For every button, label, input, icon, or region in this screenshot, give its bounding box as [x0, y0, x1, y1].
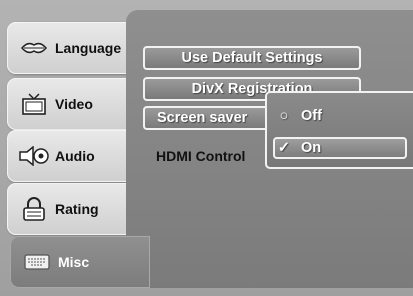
screen-saver-options-popup: ○ Off ✓ On — [265, 91, 413, 169]
tab-video[interactable]: Video — [7, 78, 137, 130]
keyboard-icon — [22, 249, 52, 275]
tab-language[interactable]: Language — [7, 22, 137, 74]
tab-rating[interactable]: Rating — [7, 183, 137, 235]
option-on[interactable]: ✓ On — [273, 137, 407, 159]
hdmi-control-label[interactable]: HDMI Control — [156, 148, 245, 164]
radio-circle-icon: ○ — [279, 108, 289, 124]
lips-icon — [19, 35, 49, 61]
tv-icon — [19, 91, 49, 117]
option-off-label: Off — [301, 108, 322, 124]
tab-audio[interactable]: Audio — [7, 130, 137, 182]
checkmark-icon: ✓ — [277, 140, 291, 156]
tab-video-label: Video — [55, 96, 93, 112]
use-default-settings-button[interactable]: Use Default Settings — [143, 46, 361, 70]
tab-misc-label: Misc — [58, 254, 90, 270]
option-off[interactable]: ○ Off — [275, 105, 409, 127]
option-on-label: On — [301, 140, 322, 156]
speaker-icon — [19, 143, 49, 169]
lock-icon — [19, 196, 49, 222]
tab-misc[interactable]: Misc — [10, 236, 150, 288]
settings-screen: Language Video Audio Rating Misc Use Def… — [0, 0, 413, 296]
tab-rating-label: Rating — [55, 201, 99, 217]
tab-language-label: Language — [55, 40, 122, 56]
tab-audio-label: Audio — [55, 148, 95, 164]
screen-saver-button[interactable]: Screen saver — [143, 106, 278, 130]
